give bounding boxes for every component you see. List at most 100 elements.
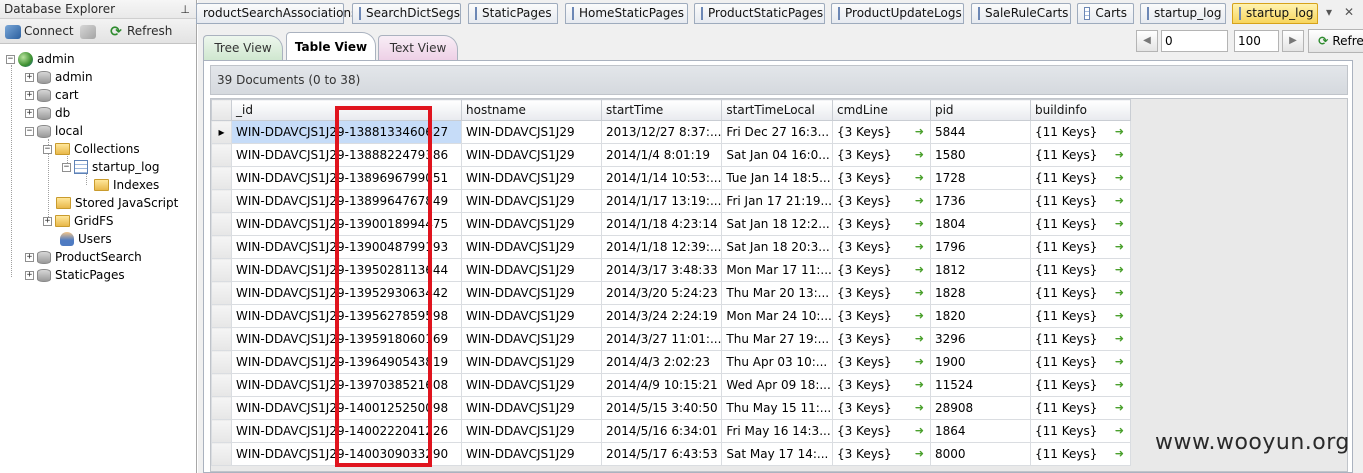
cell-hostname[interactable]: WIN-DDAVCJS1J29	[461, 166, 602, 190]
tree-node-users[interactable]: Users	[60, 230, 112, 248]
drill-down-arrow-icon[interactable]: ➜	[915, 240, 924, 253]
column-header[interactable]: startTimeLocal	[721, 99, 833, 121]
current-row-indicator[interactable]: ▸	[211, 120, 232, 144]
column-header[interactable]: _id	[231, 99, 462, 121]
drill-down-arrow-icon[interactable]: ➜	[1115, 355, 1124, 368]
cell-pid[interactable]: 1580	[929, 143, 1031, 167]
table-row[interactable]: WIN-DDAVCJS1J29-1388822479386 WIN-DDAVCJS…	[211, 143, 1131, 167]
row-header[interactable]	[211, 327, 232, 351]
cell-starttimelocal[interactable]: Thu Mar 27 19:...	[721, 327, 833, 351]
column-header[interactable]: cmdLine	[831, 99, 931, 121]
cell-cmdline[interactable]: {3 Keys} ➜	[831, 235, 931, 259]
drill-down-arrow-icon[interactable]: ➜	[1115, 378, 1124, 391]
cell-id[interactable]: WIN-DDAVCJS1J29-1400125250098	[231, 396, 462, 420]
drill-down-arrow-icon[interactable]: ➜	[915, 401, 924, 414]
table-row[interactable]: WIN-DDAVCJS1J29-1395293063442 WIN-DDAVCJS…	[211, 281, 1131, 305]
tab-text-view[interactable]: Text View	[378, 35, 458, 60]
cell-starttime[interactable]: 2014/5/17 6:43:53	[600, 442, 723, 466]
cell-hostname[interactable]: WIN-DDAVCJS1J29	[461, 189, 602, 213]
connect-button[interactable]: Connect	[5, 22, 74, 41]
doc-tab-active[interactable]: startup_log	[1232, 3, 1318, 24]
cell-buildinfo[interactable]: {11 Keys} ➜	[1029, 212, 1131, 236]
drill-down-arrow-icon[interactable]: ➜	[915, 355, 924, 368]
cell-pid[interactable]: 1828	[929, 281, 1031, 305]
cell-id[interactable]: WIN-DDAVCJS1J29-1400309033290	[231, 442, 462, 466]
cell-pid[interactable]: 3296	[929, 327, 1031, 351]
cell-id[interactable]: WIN-DDAVCJS1J29-1389696799051	[231, 166, 462, 190]
tree-node-productsearch[interactable]: + ProductSearch	[25, 248, 142, 266]
cell-hostname[interactable]: WIN-DDAVCJS1J29	[461, 442, 602, 466]
row-header[interactable]	[211, 350, 232, 374]
table-row[interactable]: WIN-DDAVCJS1J29-1397038521608 WIN-DDAVCJS…	[211, 373, 1131, 397]
cell-starttime[interactable]: 2013/12/27 8:37:...	[600, 120, 723, 144]
prev-page-button[interactable]: ◀	[1136, 30, 1158, 52]
tab-table-view[interactable]: Table View	[286, 32, 376, 60]
drill-down-arrow-icon[interactable]: ➜	[915, 263, 924, 276]
cell-hostname[interactable]: WIN-DDAVCJS1J29	[461, 304, 602, 328]
cell-starttimelocal[interactable]: Fri Dec 27 16:3...	[721, 120, 833, 144]
cell-id[interactable]: WIN-DDAVCJS1J29-1390018994475	[231, 212, 462, 236]
row-header[interactable]	[211, 442, 232, 466]
cell-starttimelocal[interactable]: Mon Mar 17 11:...	[721, 258, 833, 282]
cell-cmdline[interactable]: {3 Keys} ➜	[831, 442, 931, 466]
table-row[interactable]: WIN-DDAVCJS1J29-1400125250098 WIN-DDAVCJS…	[211, 396, 1131, 420]
expand-icon[interactable]: +	[43, 216, 52, 226]
tree-node-server[interactable]: − admin	[6, 50, 75, 68]
drill-down-arrow-icon[interactable]: ➜	[915, 309, 924, 322]
explorer-refresh-button[interactable]: ⟳ Refresh	[108, 22, 172, 41]
cell-cmdline[interactable]: {3 Keys} ➜	[831, 143, 931, 167]
expand-icon[interactable]: +	[25, 270, 34, 280]
cell-starttime[interactable]: 2014/3/24 2:24:19	[600, 304, 723, 328]
tree-node-startup-log[interactable]: − startup_log	[62, 158, 159, 176]
cell-hostname[interactable]: WIN-DDAVCJS1J29	[461, 396, 602, 420]
cell-starttimelocal[interactable]: Thu Apr 03 10:...	[721, 350, 833, 374]
cell-hostname[interactable]: WIN-DDAVCJS1J29	[461, 419, 602, 443]
drill-down-arrow-icon[interactable]: ➜	[1115, 263, 1124, 276]
expand-icon[interactable]: +	[25, 72, 34, 82]
cell-starttimelocal[interactable]: Fri May 16 14:3...	[721, 419, 833, 443]
row-header[interactable]	[211, 281, 232, 305]
limit-input[interactable]	[1234, 30, 1279, 52]
cell-starttimelocal[interactable]: Thu Mar 20 13:...	[721, 281, 833, 305]
cell-buildinfo[interactable]: {11 Keys} ➜	[1029, 235, 1131, 259]
cell-id[interactable]: WIN-DDAVCJS1J29-1388822479386	[231, 143, 462, 167]
cell-cmdline[interactable]: {3 Keys} ➜	[831, 373, 931, 397]
drill-down-arrow-icon[interactable]: ➜	[915, 332, 924, 345]
cell-id[interactable]: WIN-DDAVCJS1J29-1390048799193	[231, 235, 462, 259]
expand-icon[interactable]: +	[25, 90, 34, 100]
cell-buildinfo[interactable]: {11 Keys} ➜	[1029, 396, 1131, 420]
doc-tab[interactable]: ProductUpdateLogs	[831, 3, 964, 24]
cell-cmdline[interactable]: {3 Keys} ➜	[831, 327, 931, 351]
cell-starttimelocal[interactable]: Sat May 17 14:...	[721, 442, 833, 466]
row-header[interactable]	[211, 212, 232, 236]
cell-buildinfo[interactable]: {11 Keys} ➜	[1029, 120, 1131, 144]
drill-down-arrow-icon[interactable]: ➜	[915, 171, 924, 184]
tab-list-dropdown-icon[interactable]: ▾	[1326, 5, 1332, 19]
collapse-icon[interactable]: −	[62, 162, 71, 172]
table-row[interactable]: WIN-DDAVCJS1J29-1395627859598 WIN-DDAVCJS…	[211, 304, 1131, 328]
cell-buildinfo[interactable]: {11 Keys} ➜	[1029, 327, 1131, 351]
cell-cmdline[interactable]: {3 Keys} ➜	[831, 281, 931, 305]
tree-node-admin[interactable]: + admin	[25, 68, 93, 86]
cell-cmdline[interactable]: {3 Keys} ➜	[831, 258, 931, 282]
close-tab-icon[interactable]: ✕	[1344, 5, 1354, 19]
cell-buildinfo[interactable]: {11 Keys} ➜	[1029, 189, 1131, 213]
tree-node-stored-js[interactable]: Stored JavaScript	[56, 194, 178, 212]
table-row[interactable]: WIN-DDAVCJS1J29-1390018994475 WIN-DDAVCJS…	[211, 212, 1131, 236]
cell-starttimelocal[interactable]: Thu May 15 11:...	[721, 396, 833, 420]
column-header[interactable]: hostname	[461, 99, 602, 121]
table-row[interactable]: WIN-DDAVCJS1J29-1396490543819 WIN-DDAVCJS…	[211, 350, 1131, 374]
doc-tab[interactable]: ProductStaticPages	[694, 3, 825, 24]
cell-hostname[interactable]: WIN-DDAVCJS1J29	[461, 350, 602, 374]
cell-id[interactable]: WIN-DDAVCJS1J29-1395918060169	[231, 327, 462, 351]
cell-pid[interactable]: 1796	[929, 235, 1031, 259]
drill-down-arrow-icon[interactable]: ➜	[915, 447, 924, 460]
cell-cmdline[interactable]: {3 Keys} ➜	[831, 189, 931, 213]
drill-down-arrow-icon[interactable]: ➜	[1115, 194, 1124, 207]
tree-node-collections[interactable]: − Collections	[43, 140, 140, 158]
tree-node-cart[interactable]: + cart	[25, 86, 79, 104]
cell-pid[interactable]: 11524	[929, 373, 1031, 397]
cell-starttimelocal[interactable]: Fri Jan 17 21:19...	[721, 189, 833, 213]
cell-buildinfo[interactable]: {11 Keys} ➜	[1029, 442, 1131, 466]
column-header[interactable]: pid	[929, 99, 1031, 121]
